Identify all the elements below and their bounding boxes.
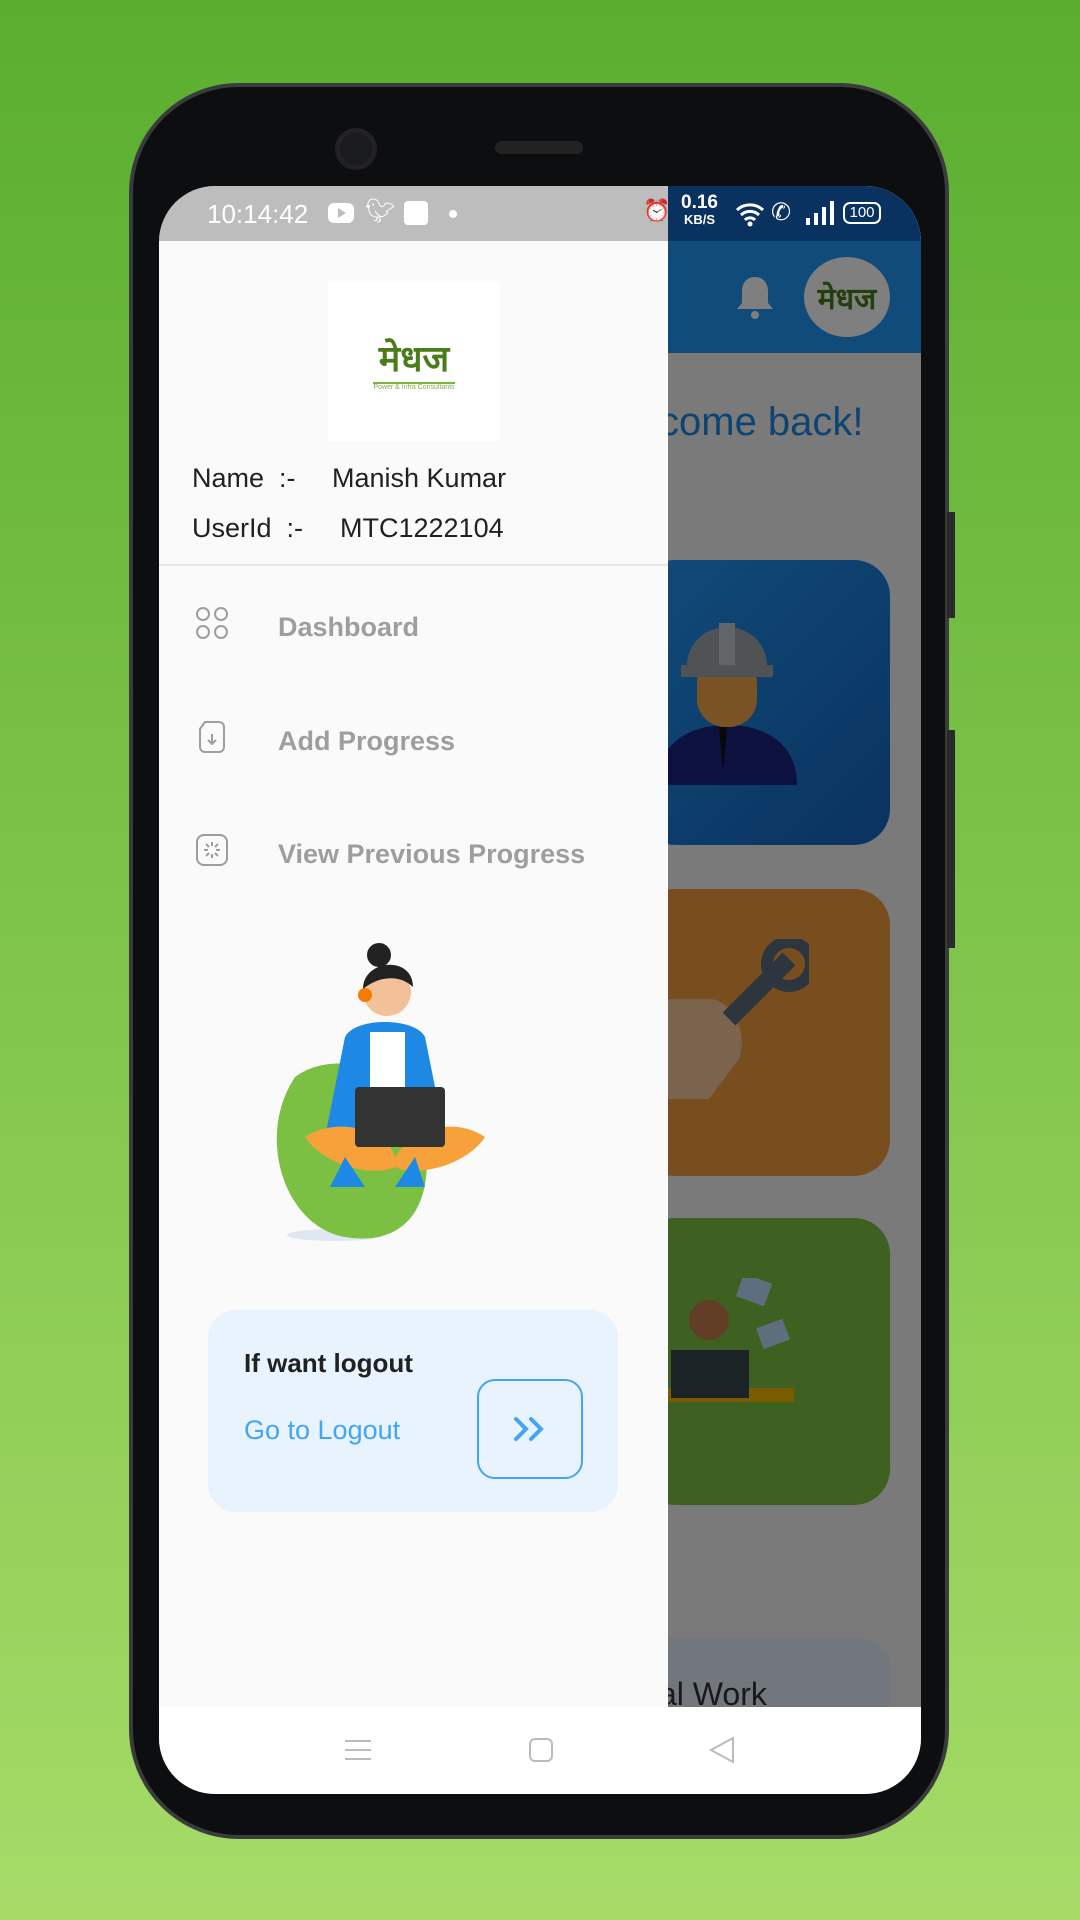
user-id-row: UserId :- MTC1222104 [192,513,504,543]
dot-icon [449,210,457,218]
clock: 10:14:42 [207,199,309,229]
support-agent-illustration [276,943,485,1241]
user-name-row: Name :- Manish Kumar [192,463,507,493]
wifi-icon [735,203,765,227]
navigation-drawer: मेधज Power & Infra Consultants Name :- Ma… [159,241,668,1707]
home-icon[interactable] [528,1737,554,1763]
menu-item-add-progress[interactable]: Add Progress [159,720,668,790]
youtube-icon [328,203,354,223]
battery-icon: 100 [843,202,881,224]
logout-title: If want logout [244,1348,413,1378]
logout-card: If want logout Go to Logout [208,1310,618,1512]
earpiece [495,141,583,154]
menu-item-dashboard[interactable]: Dashboard [159,606,668,676]
grid-icon [196,607,228,639]
file-download-icon [199,721,225,753]
menu-item-view-previous-progress[interactable]: View Previous Progress [159,833,668,903]
front-camera [335,128,377,170]
company-logo: मेधज Power & Infra Consultants [328,282,500,441]
logout-button[interactable] [477,1379,583,1479]
system-nav-bar [159,1707,921,1794]
double-chevron-right-icon [514,1417,544,1441]
wifi-call-icon: ✆ [771,199,792,226]
drawer-status-bar: 10:14:42 🐦︎ [159,186,668,241]
net-speed: 0.16 KB/S [681,192,718,227]
menu-icon[interactable] [344,1738,372,1762]
photo-icon [404,201,428,225]
back-icon[interactable] [708,1736,736,1764]
power-button [947,730,955,948]
divider [159,564,668,566]
phone-screen: मेधज come back! al Work 10:14:42 🐦︎ मेधज… [159,186,921,1794]
side-button [947,512,955,618]
alarm-icon: ⏰ [643,198,671,223]
go-to-logout-link[interactable]: Go to Logout [244,1415,400,1446]
signal-icon [806,201,834,225]
twitter-icon: 🐦︎ [365,198,396,225]
loading-icon [196,834,228,866]
